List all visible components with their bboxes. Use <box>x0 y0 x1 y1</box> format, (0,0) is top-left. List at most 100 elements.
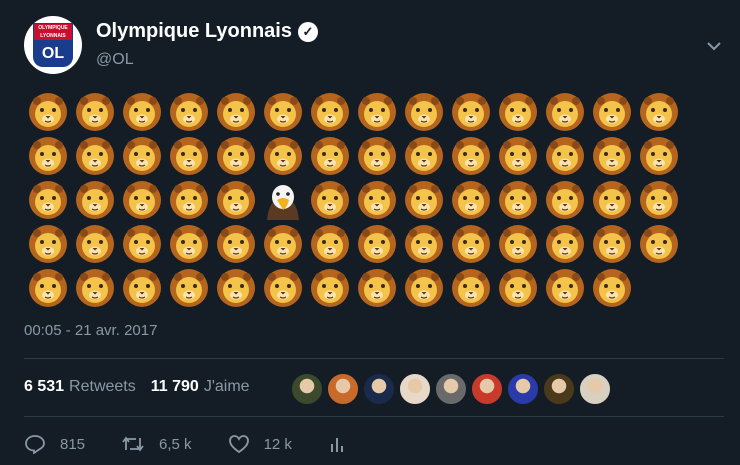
lion-emoji-icon <box>353 134 400 178</box>
liker-avatar[interactable] <box>399 373 431 405</box>
lion-emoji-icon <box>71 134 118 178</box>
liker-avatar[interactable] <box>543 373 575 405</box>
lion-emoji-icon <box>400 178 447 222</box>
lion-emoji-icon <box>212 222 259 266</box>
liker-avatars <box>291 373 611 405</box>
lion-emoji-icon <box>447 266 494 310</box>
lion-emoji-icon <box>447 90 494 134</box>
like-button[interactable]: 12 k <box>228 434 292 454</box>
liker-avatar[interactable] <box>507 373 539 405</box>
lion-emoji-icon <box>541 134 588 178</box>
likes-count[interactable]: 11 790 <box>151 378 199 396</box>
lion-emoji-icon <box>447 134 494 178</box>
lion-emoji-icon <box>353 222 400 266</box>
author-handle[interactable]: @OL <box>96 51 134 69</box>
lion-emoji-icon <box>635 90 682 134</box>
lion-emoji-icon <box>447 178 494 222</box>
lion-emoji-icon <box>118 90 165 134</box>
author-name[interactable]: Olympique Lyonnais <box>96 20 292 43</box>
divider-top <box>24 358 724 359</box>
lion-emoji-icon <box>306 266 353 310</box>
lion-emoji-icon <box>71 266 118 310</box>
retweets-count[interactable]: 6 531 <box>24 378 64 396</box>
lion-emoji-icon <box>541 90 588 134</box>
lion-emoji-icon <box>588 134 635 178</box>
lion-emoji-icon <box>212 134 259 178</box>
profile-avatar[interactable]: OLYMPIQUE LYONNAIS OL <box>24 16 82 74</box>
liker-avatar[interactable] <box>435 373 467 405</box>
author-name-row[interactable]: Olympique Lyonnais ✓ <box>96 20 318 43</box>
liker-avatar[interactable] <box>363 373 395 405</box>
lion-emoji-icon <box>588 178 635 222</box>
lion-emoji-icon <box>259 222 306 266</box>
liker-avatar[interactable] <box>579 373 611 405</box>
lion-emoji-icon <box>400 222 447 266</box>
lion-emoji-icon <box>24 222 71 266</box>
divider-bottom <box>24 416 724 417</box>
lion-emoji-icon <box>400 134 447 178</box>
lion-emoji-icon <box>635 222 682 266</box>
retweet-button[interactable]: 6,5 k <box>121 434 192 454</box>
lion-emoji-icon <box>447 222 494 266</box>
lion-emoji-icon <box>24 266 71 310</box>
lion-emoji-icon <box>306 222 353 266</box>
retweet-icon <box>121 434 145 454</box>
lion-emoji-icon <box>118 134 165 178</box>
reply-button[interactable]: 815 <box>24 434 85 454</box>
lion-emoji-icon <box>212 178 259 222</box>
lion-emoji-icon <box>588 90 635 134</box>
lion-emoji-icon <box>259 90 306 134</box>
retweet-count: 6,5 k <box>159 435 192 453</box>
lion-emoji-icon <box>165 222 212 266</box>
heart-icon <box>228 434 250 454</box>
lion-emoji-icon <box>306 178 353 222</box>
engagement-stats: 6 531 Retweets 11 790 J'aime <box>24 378 260 396</box>
liker-avatar[interactable] <box>291 373 323 405</box>
analytics-button[interactable] <box>328 434 348 454</box>
lion-emoji-icon <box>400 90 447 134</box>
crest-bottom-text: OL <box>33 41 73 67</box>
lion-emoji-icon <box>400 266 447 310</box>
club-crest-logo: OLYMPIQUE LYONNAIS OL <box>33 23 73 67</box>
action-bar: 815 6,5 k 12 k <box>24 434 384 454</box>
lion-emoji-icon <box>306 90 353 134</box>
lion-emoji-icon <box>118 178 165 222</box>
lion-emoji-icon <box>541 178 588 222</box>
lion-emoji-icon <box>494 222 541 266</box>
lion-emoji-icon <box>494 90 541 134</box>
likes-label[interactable]: J'aime <box>204 378 250 396</box>
lion-emoji-icon <box>259 134 306 178</box>
lion-emoji-icon <box>588 222 635 266</box>
reply-count: 815 <box>60 435 86 453</box>
lion-emoji-icon <box>71 178 118 222</box>
liker-avatar[interactable] <box>471 373 503 405</box>
verified-badge-icon: ✓ <box>297 21 318 42</box>
tweet-timestamp[interactable]: 00:05 - 21 avr. 2017 <box>24 322 157 339</box>
analytics-icon <box>328 434 348 454</box>
lion-emoji-icon <box>165 134 212 178</box>
lion-emoji-icon <box>541 222 588 266</box>
lion-emoji-icon <box>494 266 541 310</box>
retweets-label[interactable]: Retweets <box>69 378 136 396</box>
lion-emoji-icon <box>494 178 541 222</box>
lion-emoji-icon <box>118 266 165 310</box>
lion-emoji-icon <box>212 90 259 134</box>
lion-emoji-icon <box>165 90 212 134</box>
lion-emoji-icon <box>306 134 353 178</box>
liker-avatar[interactable] <box>327 373 359 405</box>
lion-emoji-icon <box>635 134 682 178</box>
lion-emoji-icon <box>212 266 259 310</box>
lion-emoji-icon <box>588 266 635 310</box>
chevron-down-icon[interactable] <box>704 36 724 56</box>
lion-emoji-icon <box>24 178 71 222</box>
lion-emoji-icon <box>494 134 541 178</box>
lion-emoji-icon <box>541 266 588 310</box>
lion-emoji-icon <box>353 90 400 134</box>
lion-emoji-icon <box>353 178 400 222</box>
lion-emoji-icon <box>118 222 165 266</box>
lion-emoji-icon <box>635 178 682 222</box>
like-count: 12 k <box>263 435 292 453</box>
emoji-grid <box>24 90 682 310</box>
reply-icon <box>24 434 46 454</box>
eagle-emoji-icon <box>259 178 306 222</box>
